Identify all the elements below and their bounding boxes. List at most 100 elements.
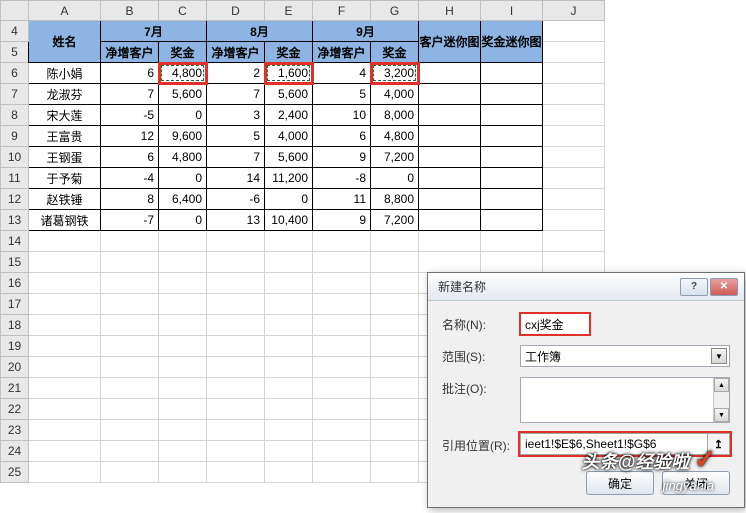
cell[interactable]	[207, 315, 265, 336]
cell[interactable]	[419, 105, 481, 126]
row-header-8[interactable]: 8	[1, 105, 29, 126]
cell-name[interactable]: 赵铁锤	[29, 189, 101, 210]
cell[interactable]: 14	[207, 168, 265, 189]
header-month-9[interactable]: 9月	[313, 21, 419, 42]
cell[interactable]: 4,800	[371, 126, 419, 147]
cell[interactable]	[419, 168, 481, 189]
cell[interactable]	[265, 273, 313, 294]
row-header-6[interactable]: 6	[1, 63, 29, 84]
cell[interactable]	[265, 252, 313, 273]
row-header-4[interactable]: 4	[1, 21, 29, 42]
header-month-7[interactable]: 7月	[101, 21, 207, 42]
cell[interactable]: 4,800	[159, 63, 207, 84]
cell[interactable]	[481, 210, 543, 231]
col-C[interactable]: C	[159, 1, 207, 21]
scrollbar[interactable]: ▲ ▼	[713, 378, 729, 422]
cell[interactable]	[29, 441, 101, 462]
cell[interactable]	[313, 294, 371, 315]
cell[interactable]	[313, 336, 371, 357]
cell[interactable]	[419, 84, 481, 105]
cell[interactable]	[101, 399, 159, 420]
cell-name[interactable]: 宋大莲	[29, 105, 101, 126]
cell[interactable]	[29, 231, 101, 252]
cell[interactable]: 5	[313, 84, 371, 105]
cell[interactable]	[481, 168, 543, 189]
row-header-14[interactable]: 14	[1, 231, 29, 252]
col-I[interactable]: I	[481, 1, 543, 21]
cell[interactable]: 7,200	[371, 147, 419, 168]
cell[interactable]	[313, 357, 371, 378]
cell[interactable]: 5,600	[265, 147, 313, 168]
cell[interactable]	[207, 252, 265, 273]
cell[interactable]	[543, 63, 605, 84]
cell[interactable]	[101, 441, 159, 462]
cell[interactable]	[159, 462, 207, 483]
col-A[interactable]: A	[29, 1, 101, 21]
cell[interactable]	[101, 336, 159, 357]
sub-header[interactable]: 奖金	[159, 42, 207, 63]
cell[interactable]	[159, 378, 207, 399]
col-D[interactable]: D	[207, 1, 265, 21]
row-header-24[interactable]: 24	[1, 441, 29, 462]
cell[interactable]	[371, 441, 419, 462]
cell[interactable]: 6	[101, 147, 159, 168]
cell[interactable]	[419, 210, 481, 231]
cell[interactable]	[543, 84, 605, 105]
cell[interactable]	[101, 357, 159, 378]
cell[interactable]	[371, 357, 419, 378]
header-name[interactable]: 姓名	[29, 21, 101, 63]
cell[interactable]: 4	[313, 63, 371, 84]
cell[interactable]: 10,400	[265, 210, 313, 231]
row-header-5[interactable]: 5	[1, 42, 29, 63]
cell[interactable]	[265, 441, 313, 462]
row-header-10[interactable]: 10	[1, 147, 29, 168]
cell[interactable]	[29, 378, 101, 399]
cell[interactable]	[159, 336, 207, 357]
cell[interactable]: -8	[313, 168, 371, 189]
cell[interactable]	[419, 126, 481, 147]
cell-name[interactable]: 于予菊	[29, 168, 101, 189]
cell[interactable]	[481, 84, 543, 105]
row-header-17[interactable]: 17	[1, 294, 29, 315]
cell-name[interactable]: 王钢蛋	[29, 147, 101, 168]
cell[interactable]	[207, 420, 265, 441]
cell[interactable]	[207, 378, 265, 399]
cell[interactable]: 9	[313, 147, 371, 168]
cell[interactable]	[371, 252, 419, 273]
cell[interactable]: -6	[207, 189, 265, 210]
cell[interactable]	[207, 462, 265, 483]
cell[interactable]	[29, 462, 101, 483]
cell[interactable]	[543, 210, 605, 231]
cell[interactable]: -7	[101, 210, 159, 231]
header-spark1[interactable]: 客户迷你图	[419, 21, 481, 63]
cell[interactable]	[159, 294, 207, 315]
cell[interactable]	[543, 189, 605, 210]
cell[interactable]	[543, 105, 605, 126]
cell[interactable]	[481, 105, 543, 126]
cell[interactable]	[101, 231, 159, 252]
col-F[interactable]: F	[313, 1, 371, 21]
cell[interactable]	[265, 294, 313, 315]
cell[interactable]	[419, 189, 481, 210]
row-header-13[interactable]: 13	[1, 210, 29, 231]
scroll-up-icon[interactable]: ▲	[714, 378, 729, 392]
cell[interactable]	[159, 252, 207, 273]
cell[interactable]: 13	[207, 210, 265, 231]
cell[interactable]	[313, 252, 371, 273]
cell[interactable]	[29, 294, 101, 315]
cell[interactable]	[371, 399, 419, 420]
sub-header[interactable]: 净增客户	[207, 42, 265, 63]
cell[interactable]	[207, 441, 265, 462]
cell[interactable]: 0	[159, 210, 207, 231]
cell[interactable]	[159, 441, 207, 462]
cell[interactable]	[101, 462, 159, 483]
cell[interactable]	[313, 273, 371, 294]
cell[interactable]	[481, 189, 543, 210]
cell[interactable]	[207, 273, 265, 294]
cell[interactable]	[313, 420, 371, 441]
row-header-21[interactable]: 21	[1, 378, 29, 399]
cell[interactable]	[29, 273, 101, 294]
cell[interactable]	[419, 147, 481, 168]
cell[interactable]	[29, 315, 101, 336]
sub-header[interactable]: 奖金	[371, 42, 419, 63]
